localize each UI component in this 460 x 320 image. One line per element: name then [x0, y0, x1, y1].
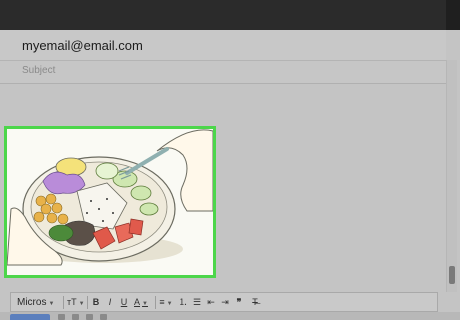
text-size-icon[interactable]: ᴛT ▼ [67, 295, 85, 310]
toolbar-divider [87, 296, 88, 309]
subject-field[interactable]: Subject [0, 61, 446, 84]
bottom-action-bar [0, 312, 460, 320]
chevron-down-icon: ▼ [142, 301, 148, 307]
numbered-list-icon[interactable]: ⒈ [177, 295, 189, 310]
indent-more-icon[interactable]: ⇥ [219, 295, 231, 310]
text-color-button[interactable]: A ▼ [133, 295, 149, 310]
clear-formatting-icon[interactable]: T̶ [249, 295, 261, 310]
text-color-label: A [134, 297, 141, 307]
align-left-icon[interactable]: ≡ ▼ [159, 295, 173, 310]
scrollbar-thumb[interactable] [449, 266, 455, 284]
insert-link-icon[interactable] [86, 314, 93, 320]
chevron-down-icon: ▼ [166, 301, 173, 307]
bulleted-list-icon[interactable]: ☰ [191, 295, 203, 310]
chevron-down-icon: ▼ [48, 301, 55, 307]
title-bar-edge [446, 0, 460, 30]
font-family-dropdown[interactable]: Micros ▼ [17, 295, 54, 310]
toolbar-divider [63, 296, 64, 309]
chevron-down-icon: ▼ [78, 301, 85, 307]
underline-button[interactable]: U [119, 295, 129, 310]
font-family-label: Micros [17, 297, 47, 308]
food-bowl-illustration [7, 129, 213, 266]
formatting-options-icon[interactable] [58, 314, 65, 320]
italic-button[interactable]: I [105, 295, 115, 310]
attach-file-icon[interactable] [72, 314, 79, 320]
emoji-icon[interactable] [100, 314, 107, 320]
to-recipient[interactable]: myemail@email.com [22, 38, 143, 53]
to-field[interactable]: myemail@email.com [0, 30, 446, 61]
toolbar-divider [155, 296, 156, 309]
formatting-toolbar: Micros ▼ ᴛT ▼ B I U A ▼ ≡ ▼ ⒈ ☰ ⇤ ⇥ ❞ T̶ [10, 292, 438, 312]
send-button[interactable] [10, 314, 50, 320]
window-title-bar [0, 0, 460, 30]
quote-button[interactable]: ❞ [233, 295, 245, 310]
subject-placeholder[interactable]: Subject [22, 65, 55, 76]
bold-button[interactable]: B [91, 295, 101, 310]
body-scrollbar[interactable] [446, 60, 457, 292]
indent-less-icon[interactable]: ⇤ [205, 295, 217, 310]
inserted-image[interactable] [4, 126, 216, 278]
